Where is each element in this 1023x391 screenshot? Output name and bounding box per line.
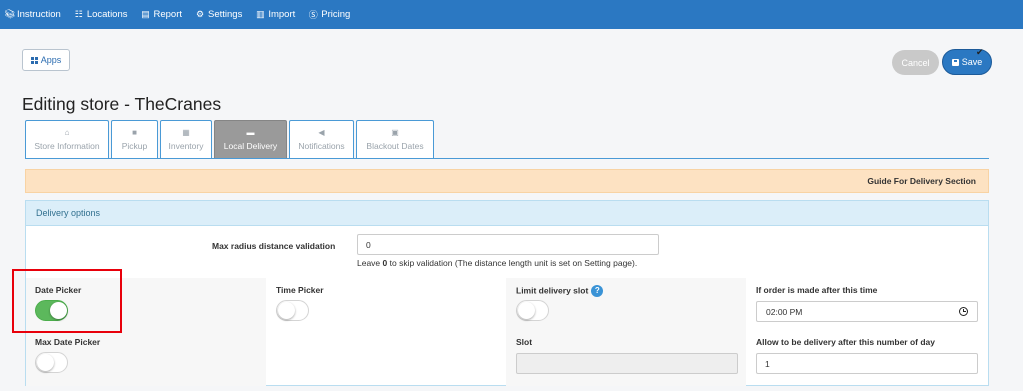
save-button-label: Save xyxy=(961,57,983,67)
tab-local-delivery[interactable]: ▬ Local Delivery xyxy=(214,120,287,158)
tab-notifications-label: Notifications xyxy=(298,141,345,151)
tab-inventory-label: Inventory xyxy=(168,141,204,151)
days-input[interactable]: 1 xyxy=(756,353,978,374)
after-time-value: 02:00 PM xyxy=(766,306,803,317)
dollar-circle-icon: Ⓢ xyxy=(308,10,318,20)
slot-label: Slot xyxy=(516,337,533,347)
limit-slot-label-wrap: Limit delivery slot? xyxy=(516,285,604,297)
nav-instruction-label: Instruction xyxy=(17,9,61,20)
toggle-knob xyxy=(518,302,535,319)
nav-report[interactable]: ▤ Report xyxy=(141,9,183,20)
page-title: Editing store - TheCranes xyxy=(22,94,222,114)
max-radius-help: Leave 0 to skip validation (The distance… xyxy=(357,258,637,268)
apps-button[interactable]: Apps xyxy=(22,49,70,71)
highlight-box xyxy=(12,269,122,333)
bag-icon: ■ xyxy=(132,128,137,137)
bullhorn-icon: ◀ xyxy=(318,128,325,137)
nav-import[interactable]: ▥ Import xyxy=(255,9,295,20)
nav-locations[interactable]: ☷ Locations xyxy=(74,9,128,20)
tab-blackout-dates[interactable]: ▣ Blackout Dates xyxy=(356,120,434,158)
floppy-disk-icon xyxy=(951,58,959,66)
max-date-picker-toggle[interactable] xyxy=(35,352,68,373)
tab-pickup-label: Pickup xyxy=(121,141,148,151)
tabs-divider xyxy=(25,158,989,159)
max-date-picker-label: Max Date Picker xyxy=(35,337,101,347)
time-picker-label: Time Picker xyxy=(276,285,324,295)
tab-store-information[interactable]: ⌂ Store Information xyxy=(25,120,109,158)
days-label: Allow to be delivery after this number o… xyxy=(756,337,936,347)
delivery-options-panel: Delivery options Max radius distance val… xyxy=(25,200,989,386)
sitemap-icon: ☷ xyxy=(74,9,83,19)
time-picker-toggle[interactable] xyxy=(276,300,309,321)
tab-local-delivery-label: Local Delivery xyxy=(223,141,278,151)
gear-icon: ⚙ xyxy=(195,9,205,19)
limit-slot-toggle[interactable] xyxy=(516,300,549,321)
limit-slot-label: Limit delivery slot xyxy=(516,285,589,296)
slot-input[interactable] xyxy=(516,353,738,374)
top-navigation: 📚︎ Instruction ☷ Locations ▤ Report ⚙ Se… xyxy=(0,0,1023,29)
store-tabs: ⌂ Store Information ■ Pickup ▦ Inventory… xyxy=(25,120,436,158)
cancel-button[interactable]: Cancel xyxy=(892,50,939,75)
after-time-input[interactable]: 02:00 PM xyxy=(756,301,978,322)
file-import-icon: ▥ xyxy=(256,9,265,19)
nav-locations-label: Locations xyxy=(86,9,128,20)
apps-grid-icon xyxy=(30,56,38,64)
radius-help-prefix: Leave xyxy=(357,258,383,268)
tab-notifications[interactable]: ◀ Notifications xyxy=(289,120,354,158)
nav-report-label: Report xyxy=(153,9,183,20)
tab-store-information-label: Store Information xyxy=(34,141,100,151)
calendar-icon: ▣ xyxy=(391,128,399,137)
after-time-label: If order is made after this time xyxy=(756,285,878,295)
tab-inventory[interactable]: ▦ Inventory xyxy=(160,120,212,158)
guide-link[interactable]: Guide For Delivery Section xyxy=(867,176,976,186)
question-circle-icon[interactable]: ? xyxy=(591,285,604,297)
nav-pricing-label: Pricing xyxy=(321,9,351,20)
nav-import-label: Import xyxy=(268,9,296,20)
truck-icon: ▬ xyxy=(246,128,255,137)
file-icon: ▤ xyxy=(141,9,150,19)
apps-button-label: Apps xyxy=(40,55,62,65)
tab-blackout-dates-label: Blackout Dates xyxy=(366,141,424,151)
guide-bar: Guide For Delivery Section xyxy=(25,169,989,193)
panel-heading: Delivery options xyxy=(26,201,988,226)
nav-settings[interactable]: ⚙ Settings xyxy=(195,9,242,20)
toggle-knob xyxy=(278,302,295,319)
clock-icon[interactable] xyxy=(959,307,968,316)
archive-icon: ▦ xyxy=(182,128,190,137)
nav-settings-label: Settings xyxy=(208,9,243,20)
radius-help-suffix: to skip validation (The distance length … xyxy=(387,258,638,268)
book-icon: 📚︎ xyxy=(4,9,16,19)
panel-title: Delivery options xyxy=(36,208,101,218)
nav-instruction[interactable]: 📚︎ Instruction xyxy=(4,9,61,20)
nav-pricing[interactable]: Ⓢ Pricing xyxy=(308,8,351,21)
toggle-knob xyxy=(37,354,54,371)
checkmark-icon: ✔ xyxy=(976,47,984,57)
home-icon: ⌂ xyxy=(64,128,70,137)
max-radius-input[interactable]: 0 xyxy=(357,234,659,255)
tab-pickup[interactable]: ■ Pickup xyxy=(111,120,158,158)
max-radius-label: Max radius distance validation xyxy=(212,241,336,251)
